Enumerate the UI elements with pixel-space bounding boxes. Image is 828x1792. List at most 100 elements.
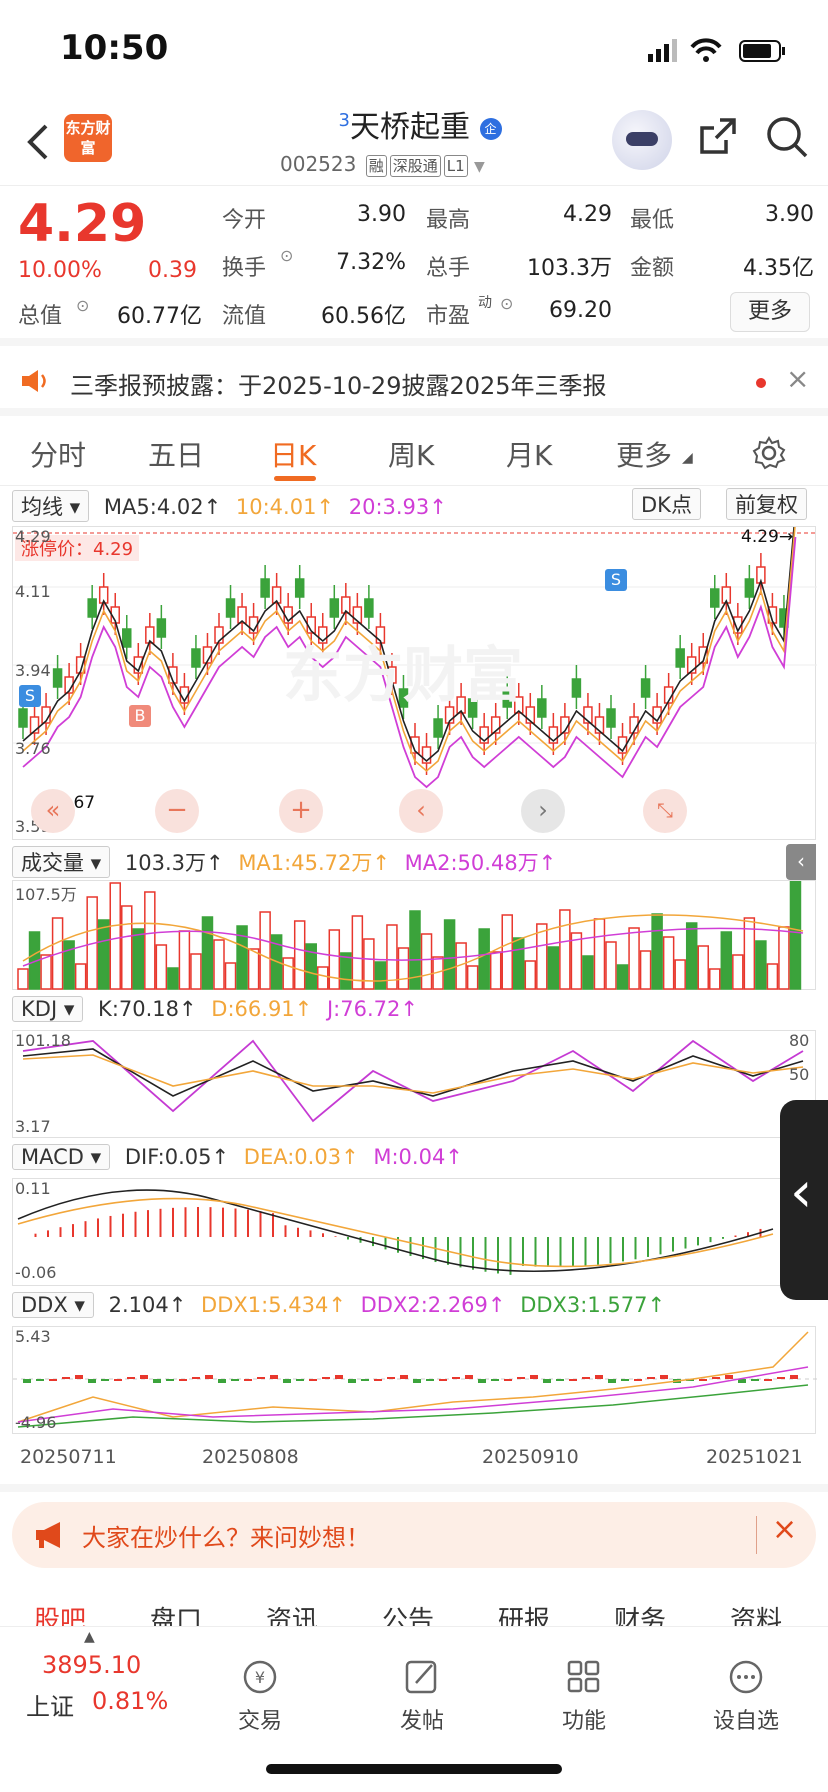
ai-assistant-avatar[interactable] xyxy=(612,110,672,170)
ddx-indicator-row: DDX ▾ 2.104↑ DDX1:5.434↑ DDX2:2.269↑ DDX… xyxy=(12,1292,665,1318)
ddx-bar xyxy=(166,1379,174,1381)
volume-bar xyxy=(247,948,260,990)
close-icon[interactable]: × xyxy=(786,362,809,395)
ddx-bar xyxy=(205,1375,213,1379)
index-value[interactable]: 3895.10 xyxy=(42,1651,141,1679)
open-value: 3.90 xyxy=(357,202,406,227)
volume-bar xyxy=(605,941,617,990)
volume-bar xyxy=(144,891,156,990)
ddx-bar xyxy=(608,1379,616,1383)
close-icon[interactable]: × xyxy=(772,1512,797,1547)
ddx2-value: DDX2:2.269↑ xyxy=(360,1293,506,1317)
ddx-y-top: 5.43 xyxy=(15,1327,51,1346)
sell-signal[interactable]: S xyxy=(19,685,41,707)
eastmoney-logo: 东方财富 xyxy=(64,114,112,162)
search-icon[interactable] xyxy=(764,114,810,160)
ddx-bar xyxy=(530,1375,538,1379)
volume-bar xyxy=(420,933,433,990)
post-button[interactable]: 发帖 xyxy=(372,1657,472,1735)
side-drawer-handle[interactable]: ‹ xyxy=(780,1100,828,1300)
scroll-right-icon[interactable]: › xyxy=(521,789,565,833)
scroll-left-far-icon[interactable]: « xyxy=(31,789,75,833)
kdj-chart[interactable]: 101.18 3.17 80 50 xyxy=(12,1030,816,1138)
candle-body xyxy=(433,718,443,738)
macd-y-bottom: -0.06 xyxy=(15,1263,57,1282)
kdj-selector[interactable]: KDJ ▾ xyxy=(12,996,84,1022)
ddx-bar xyxy=(569,1379,577,1381)
index-change[interactable]: 0.81% xyxy=(92,1687,168,1715)
add-watchlist-button[interactable]: 设自选 xyxy=(696,1657,796,1735)
tab-daily-k[interactable]: 日K xyxy=(270,434,316,474)
status-bar: 10:50 xyxy=(0,0,828,100)
kdj-svg xyxy=(22,1039,804,1123)
volume-bar xyxy=(489,951,502,990)
zoom-out-icon[interactable]: − xyxy=(155,789,199,833)
volume-chart[interactable]: 107.5万 xyxy=(12,879,816,990)
adjust-button[interactable]: 前复权 xyxy=(726,488,807,520)
tab-more[interactable]: 更多 xyxy=(616,434,672,474)
date-label: 20251021 xyxy=(706,1446,803,1468)
amount-label: 金额 xyxy=(630,256,675,281)
macd-selector[interactable]: MACD ▾ xyxy=(12,1144,111,1170)
back-icon[interactable] xyxy=(24,122,54,162)
info-icon[interactable]: ⊙ xyxy=(76,296,89,315)
tab-five-day[interactable]: 五日 xyxy=(148,434,204,474)
y-tick: 3.76 xyxy=(15,739,51,758)
chevron-down-icon[interactable]: ▼ xyxy=(474,159,485,175)
watermark: 东方财富 xyxy=(283,641,523,711)
ddx-bar xyxy=(270,1375,278,1379)
index-name[interactable]: 上证 xyxy=(26,1687,74,1722)
ddx1-line xyxy=(17,1331,809,1423)
volume-bar xyxy=(317,966,329,990)
volume-bar xyxy=(132,928,145,990)
ma-selector[interactable]: 均线 ▾ xyxy=(12,490,90,522)
candle-body xyxy=(156,618,167,638)
tab-intraday[interactable]: 分时 xyxy=(30,434,86,474)
ddx-bar xyxy=(179,1379,187,1381)
collapse-panel-icon[interactable]: ‹ xyxy=(786,844,816,880)
volume-bar xyxy=(109,882,121,990)
ddx-chart[interactable]: 5.43 -4.96 xyxy=(12,1326,817,1434)
ddx-bar xyxy=(283,1379,291,1383)
ddx-bar xyxy=(322,1377,330,1379)
more-button[interactable]: 更多 xyxy=(730,292,810,332)
volume-ma2: MA2:50.48万↑ xyxy=(404,851,557,875)
macd-svg xyxy=(17,1189,774,1275)
info-icon[interactable]: ⊙ xyxy=(280,246,293,265)
sell-signal[interactable]: S xyxy=(605,569,627,591)
ddx-bar xyxy=(387,1377,395,1379)
ddx-bar xyxy=(725,1375,733,1379)
stock-code-row: 002523 融深股通 L1 ▼ xyxy=(280,152,485,177)
stock-title[interactable]: 3天桥起重 企 xyxy=(280,102,560,146)
scroll-left-icon[interactable]: ‹ xyxy=(399,789,443,833)
ddx-selector[interactable]: DDX ▾ xyxy=(12,1292,94,1318)
info-icon[interactable]: ⊙ xyxy=(500,294,513,313)
tab-monthly-k[interactable]: 月K xyxy=(506,434,552,474)
share-icon[interactable] xyxy=(696,114,740,158)
functions-button[interactable]: 功能 xyxy=(534,1657,634,1735)
kdj-selector-label: KDJ xyxy=(21,997,58,1021)
ddx-bar xyxy=(309,1379,317,1381)
zoom-in-icon[interactable]: + xyxy=(279,789,323,833)
dk-point-button[interactable]: DK点 xyxy=(632,488,701,520)
kline-chart[interactable]: 东方财富 涨停价：4.29 4.29 4.11 3.94 3.76 3.59 4… xyxy=(12,483,817,840)
fullscreen-icon[interactable]: ⤡ xyxy=(643,789,687,833)
promo-banner[interactable]: 大家在炒什么？来问妙想！ × xyxy=(12,1502,816,1568)
ddx-bar xyxy=(231,1379,239,1381)
tab-weekly-k[interactable]: 周K xyxy=(388,434,434,474)
macd-y-top: 0.11 xyxy=(15,1179,51,1198)
notice-text: 三季报预披露：于2025-10-29披露2025年三季报 xyxy=(70,372,607,400)
macd-indicator-row: MACD ▾ DIF:0.05↑ DEA:0.03↑ M:0.04↑ xyxy=(12,1144,463,1170)
candle-body xyxy=(225,598,236,618)
volume-bar xyxy=(155,944,168,990)
section-tabs: 股吧 盘口 资讯 公告 研报 财务 资料 xyxy=(0,1580,828,1636)
buy-signal[interactable]: B xyxy=(129,705,151,727)
ddx-bar xyxy=(764,1379,772,1381)
macd-chart[interactable]: 0.11 -0.06 xyxy=(12,1178,782,1286)
trade-button[interactable]: ¥ 交易 xyxy=(210,1657,310,1735)
candle-body xyxy=(675,648,685,668)
settings-gear-icon[interactable] xyxy=(752,436,786,470)
notice-bar[interactable]: 三季报预披露：于2025-10-29披露2025年三季报 × xyxy=(0,346,828,416)
volume-selector[interactable]: 成交量 ▾ xyxy=(12,846,111,878)
ddx-bar xyxy=(192,1377,200,1379)
